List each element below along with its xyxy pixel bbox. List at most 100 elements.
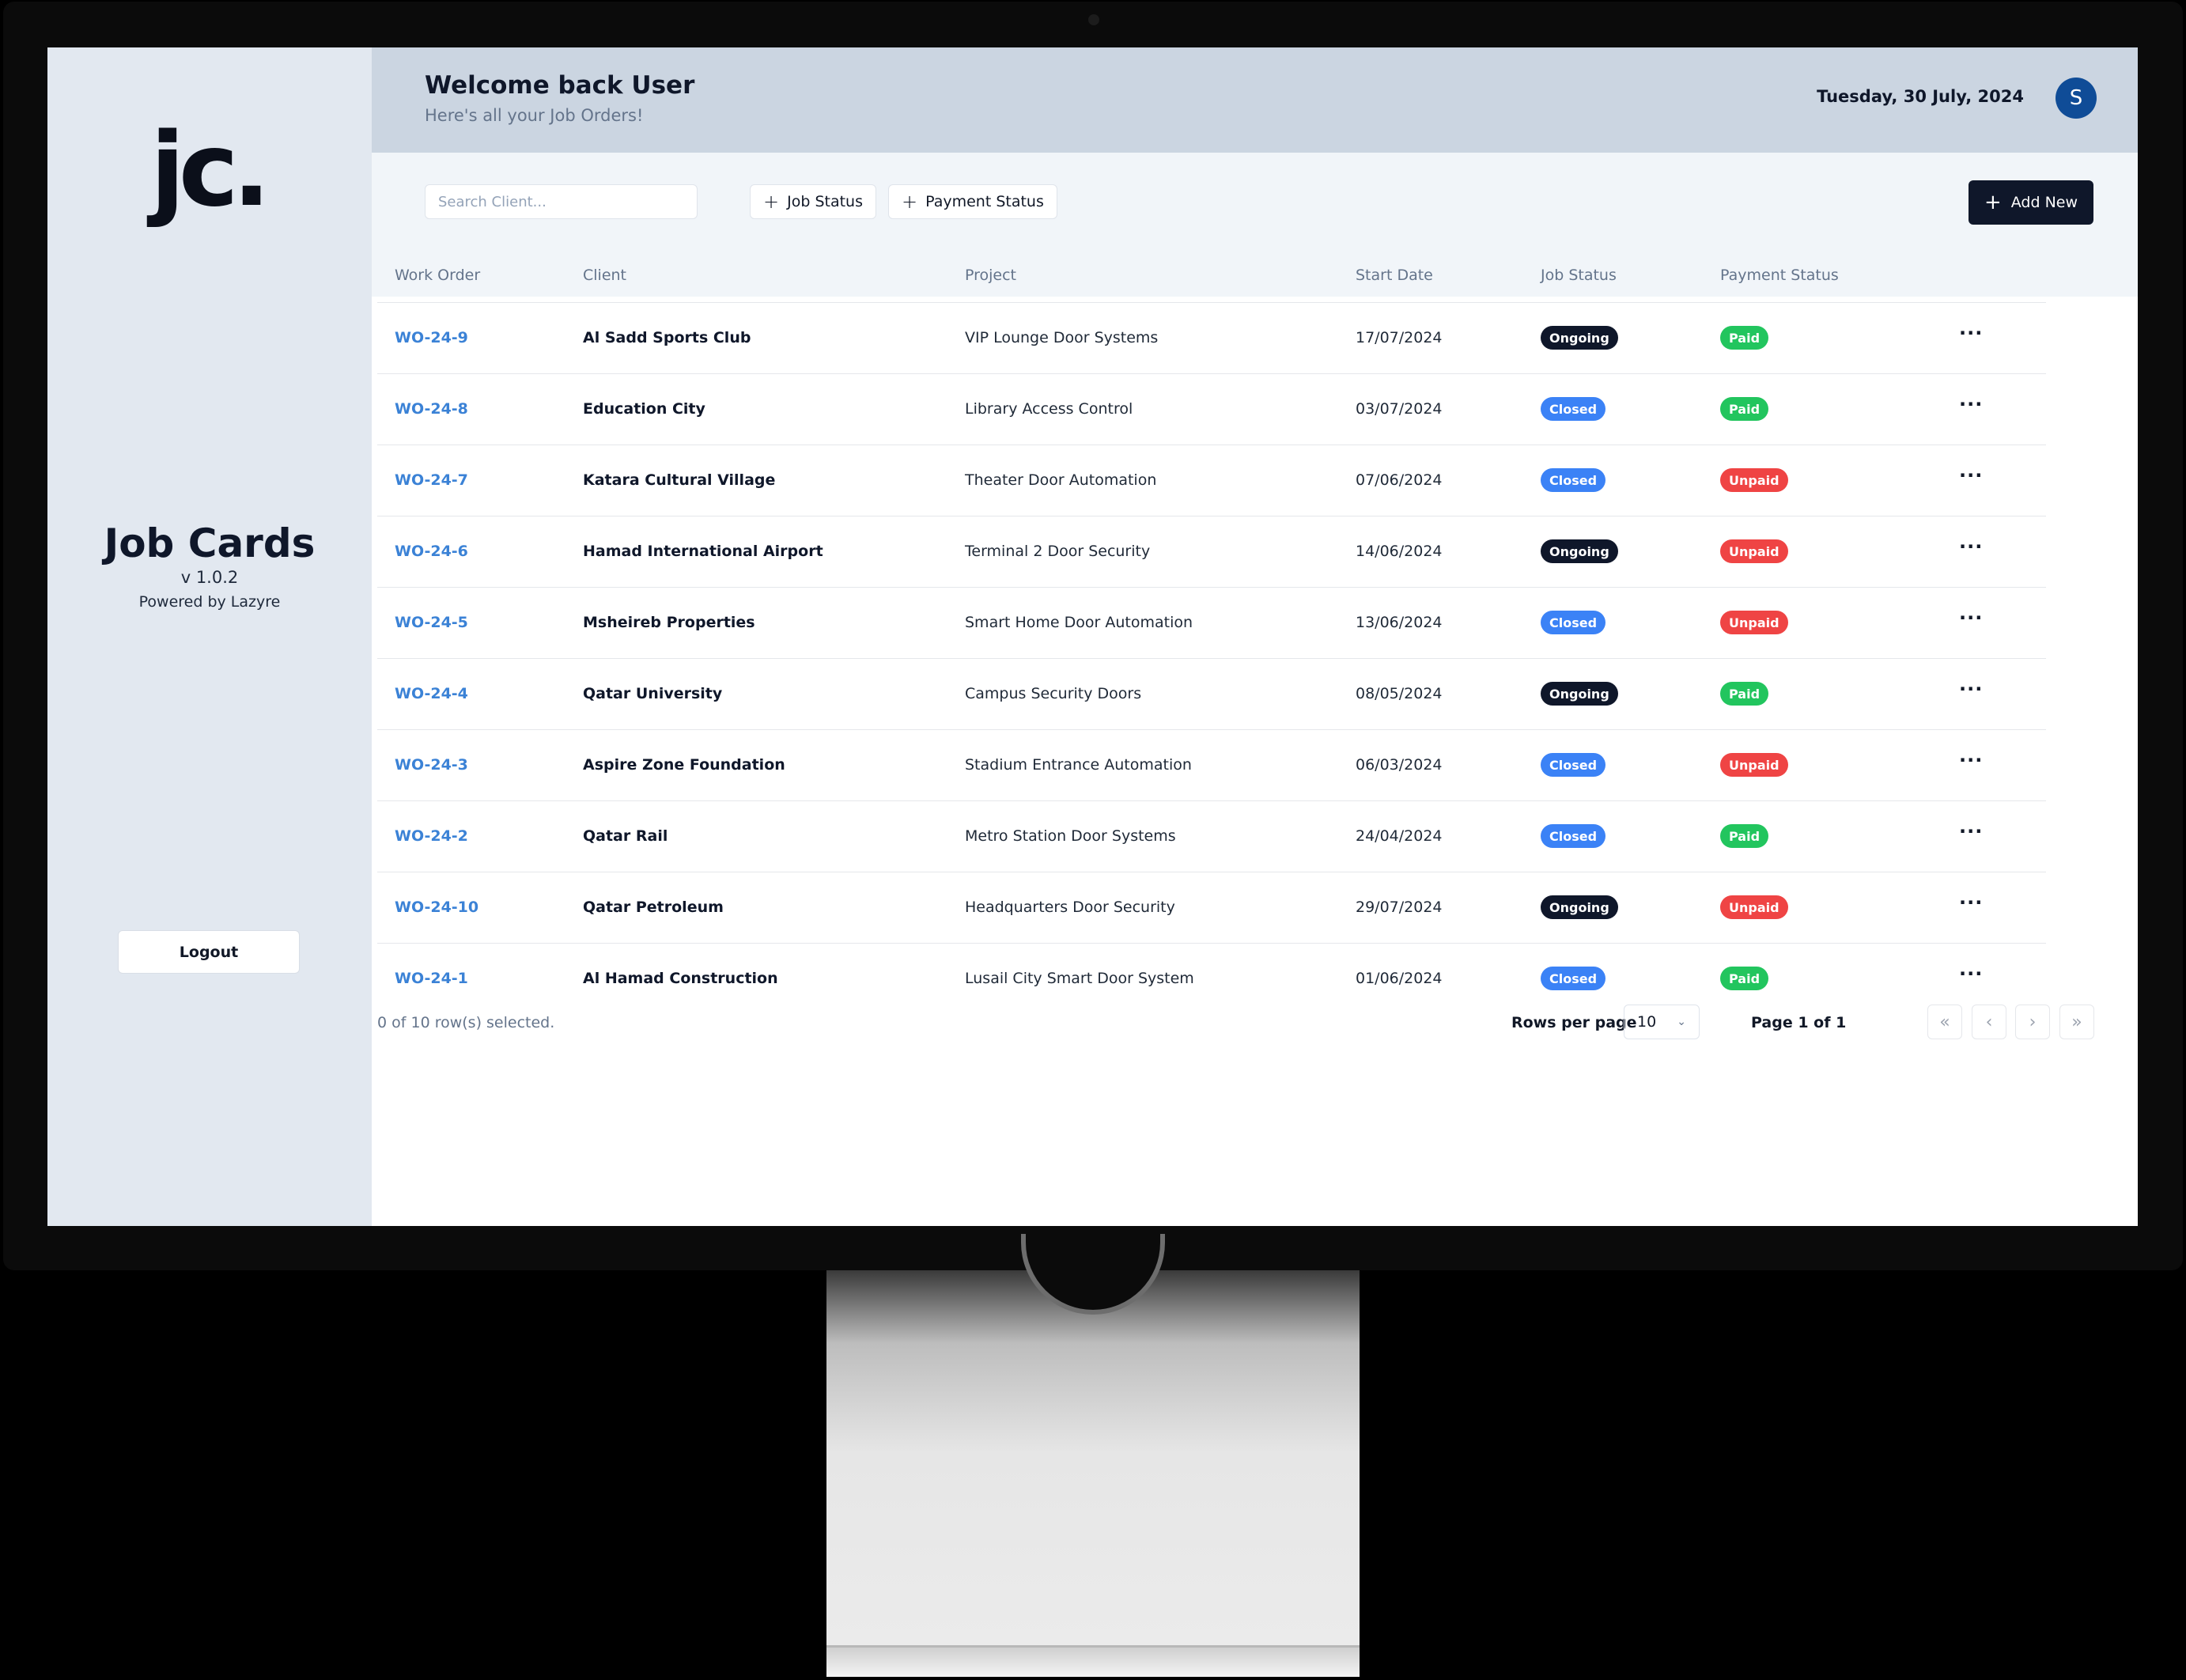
work-order-link[interactable]: WO-24-6 <box>395 543 468 560</box>
prev-page-button[interactable]: ‹ <box>1972 1005 2006 1039</box>
payment-status-badge: Unpaid <box>1720 611 1788 634</box>
column-client[interactable]: Client <box>583 267 626 284</box>
row-actions-menu-icon[interactable]: ··· <box>1959 607 1983 629</box>
work-order-link[interactable]: WO-24-3 <box>395 756 468 774</box>
job-status-badge: Ongoing <box>1541 326 1618 350</box>
project-name: Terminal 2 Door Security <box>965 543 1151 560</box>
work-order-link[interactable]: WO-24-4 <box>395 685 468 702</box>
table-row[interactable]: WO-24-4 Qatar University Campus Security D… <box>377 659 2046 730</box>
column-job-status[interactable]: Job Status <box>1541 267 1617 284</box>
payment-status-badge: Unpaid <box>1720 753 1788 777</box>
job-status-filter-button[interactable]: + Job Status <box>750 184 876 219</box>
project-name: Stadium Entrance Automation <box>965 756 1192 774</box>
project-name: VIP Lounge Door Systems <box>965 329 1159 346</box>
table-row[interactable]: WO-24-6 Hamad International Airport Termin… <box>377 516 2046 588</box>
first-page-button[interactable]: « <box>1927 1005 1962 1039</box>
start-date: 07/06/2024 <box>1356 471 1443 489</box>
payment-status-badge: Unpaid <box>1720 895 1788 919</box>
start-date: 24/04/2024 <box>1356 827 1443 845</box>
client-name: Hamad International Airport <box>583 543 823 560</box>
client-name: Qatar Rail <box>583 827 668 845</box>
row-actions-menu-icon[interactable]: ··· <box>1959 464 1983 486</box>
client-name: Msheireb Properties <box>583 614 755 631</box>
payment-status-badge: Paid <box>1720 824 1769 848</box>
payment-status-badge: Unpaid <box>1720 468 1788 492</box>
search-input[interactable] <box>425 184 698 219</box>
plus-icon: + <box>1984 191 2002 214</box>
table-row[interactable]: WO-24-9 Al Sadd Sports Club VIP Lounge Doo… <box>377 303 2046 374</box>
avatar[interactable]: S <box>2056 78 2097 119</box>
row-actions-menu-icon[interactable]: ··· <box>1959 749 1983 771</box>
project-name: Smart Home Door Automation <box>965 614 1193 631</box>
rows-per-page-select[interactable]: 10 ⌄ <box>1624 1005 1700 1039</box>
table-footer: 0 of 10 row(s) selected. Rows per page 1… <box>377 1005 2094 1041</box>
row-actions-menu-icon[interactable]: ··· <box>1959 535 1983 558</box>
start-date: 01/06/2024 <box>1356 970 1443 987</box>
payment-status-badge: Paid <box>1720 397 1769 421</box>
last-page-button[interactable]: » <box>2059 1005 2094 1039</box>
job-orders-table: Work Order Client Project Start Date Job… <box>377 249 2046 1015</box>
project-name: Headquarters Door Security <box>965 899 1175 916</box>
camera-icon <box>1088 14 1099 25</box>
start-date: 06/03/2024 <box>1356 756 1443 774</box>
job-status-badge: Ongoing <box>1541 682 1618 706</box>
client-name: Education City <box>583 400 705 418</box>
column-start-date[interactable]: Start Date <box>1356 267 1433 284</box>
app-logo: jc. <box>150 112 270 229</box>
start-date: 17/07/2024 <box>1356 329 1443 346</box>
row-actions-menu-icon[interactable]: ··· <box>1959 891 1983 914</box>
next-page-button[interactable]: › <box>2015 1005 2050 1039</box>
job-status-filter-label: Job Status <box>787 193 863 210</box>
rows-per-page-label: Rows per page <box>1511 1014 1637 1031</box>
row-actions-menu-icon[interactable]: ··· <box>1959 820 1983 842</box>
column-work-order[interactable]: Work Order <box>395 267 480 284</box>
row-actions-menu-icon[interactable]: ··· <box>1959 393 1983 415</box>
table-row[interactable]: WO-24-7 Katara Cultural Village Theater Do… <box>377 445 2046 516</box>
add-new-button[interactable]: + Add New <box>1969 180 2093 225</box>
project-name: Lusail City Smart Door System <box>965 970 1194 987</box>
table-row[interactable]: WO-24-8 Education City Library Access Cont… <box>377 374 2046 445</box>
job-status-badge: Closed <box>1541 967 1606 990</box>
table-row[interactable]: WO-24-5 Msheireb Properties Smart Home Doo… <box>377 588 2046 659</box>
work-order-link[interactable]: WO-24-9 <box>395 329 468 346</box>
table-row[interactable]: WO-24-3 Aspire Zone Foundation Stadium Ent… <box>377 730 2046 801</box>
project-name: Library Access Control <box>965 400 1133 418</box>
app-title: Job Cards <box>104 520 316 566</box>
payment-status-filter-button[interactable]: + Payment Status <box>888 184 1057 219</box>
column-payment-status[interactable]: Payment Status <box>1720 267 1839 284</box>
work-order-link[interactable]: WO-24-10 <box>395 899 478 916</box>
job-status-badge: Closed <box>1541 824 1606 848</box>
rows-per-page-value: 10 <box>1637 1013 1657 1031</box>
project-name: Metro Station Door Systems <box>965 827 1176 845</box>
payment-status-badge: Paid <box>1720 967 1769 990</box>
welcome-subtitle: Here's all your Job Orders! <box>425 106 644 125</box>
current-date: Tuesday, 30 July, 2024 <box>1817 87 2024 106</box>
row-actions-menu-icon[interactable]: ··· <box>1959 963 1983 985</box>
logout-button[interactable]: Logout <box>118 930 300 974</box>
work-order-link[interactable]: WO-24-2 <box>395 827 468 845</box>
client-name: Katara Cultural Village <box>583 471 776 489</box>
add-new-label: Add New <box>2010 194 2078 211</box>
work-order-link[interactable]: WO-24-1 <box>395 970 468 987</box>
start-date: 14/06/2024 <box>1356 543 1443 560</box>
column-project[interactable]: Project <box>965 267 1016 284</box>
table-row[interactable]: WO-24-2 Qatar Rail Metro Station Door Syst… <box>377 801 2046 872</box>
selected-count: 0 of 10 row(s) selected. <box>377 1014 555 1031</box>
job-status-badge: Closed <box>1541 468 1606 492</box>
work-order-link[interactable]: WO-24-5 <box>395 614 468 631</box>
monitor-stand <box>826 1270 1360 1677</box>
work-order-link[interactable]: WO-24-8 <box>395 400 468 418</box>
start-date: 03/07/2024 <box>1356 400 1443 418</box>
page-indicator: Page 1 of 1 <box>1751 1014 1847 1031</box>
job-status-badge: Closed <box>1541 753 1606 777</box>
payment-status-badge: Paid <box>1720 682 1769 706</box>
table-row[interactable]: WO-24-10 Qatar Petroleum Headquarters Door… <box>377 872 2046 944</box>
table-header: Work Order Client Project Start Date Job… <box>377 249 2046 303</box>
work-order-link[interactable]: WO-24-7 <box>395 471 468 489</box>
row-actions-menu-icon[interactable]: ··· <box>1959 322 1983 344</box>
client-name: Al Hamad Construction <box>583 970 778 987</box>
stand-foot <box>826 1645 1360 1677</box>
job-status-badge: Ongoing <box>1541 895 1618 919</box>
row-actions-menu-icon[interactable]: ··· <box>1959 678 1983 700</box>
client-name: Qatar Petroleum <box>583 899 724 916</box>
